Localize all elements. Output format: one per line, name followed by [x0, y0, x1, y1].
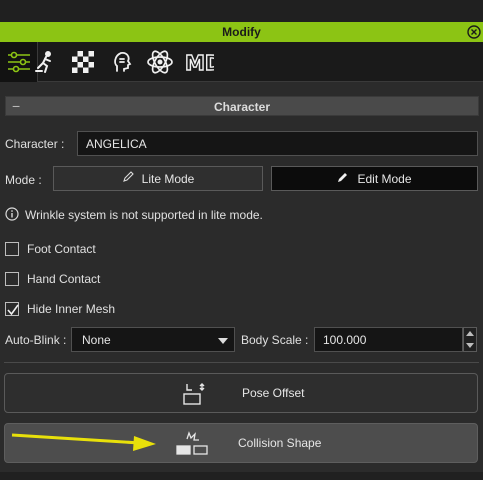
panel-title: Modify	[222, 25, 261, 39]
pose-offset-button[interactable]: Pose Offset	[4, 373, 478, 413]
close-icon[interactable]	[467, 25, 481, 39]
pose-offset-label: Pose Offset	[242, 386, 305, 400]
bottom-strip	[0, 472, 483, 480]
panel-titlebar: Modify	[0, 22, 483, 42]
body-scale-input[interactable]: 100.000	[314, 327, 463, 352]
top-strip	[0, 0, 483, 22]
lite-mode-label: Lite Mode	[141, 171, 195, 186]
lite-mode-button[interactable]: Lite Mode	[53, 166, 263, 191]
foot-contact-checkbox[interactable]	[5, 242, 19, 256]
hand-contact-label[interactable]: Hand Contact	[27, 272, 100, 286]
body-scale-label: Body Scale :	[241, 333, 309, 347]
wrinkle-info-text: Wrinkle system is not supported in lite …	[25, 208, 263, 222]
edit-mode-label: Edit Mode	[357, 171, 412, 186]
auto-blink-label: Auto-Blink :	[5, 333, 67, 347]
foot-contact-label[interactable]: Foot Contact	[27, 242, 96, 256]
spin-up-icon[interactable]	[466, 331, 474, 336]
pencil-icon	[337, 171, 349, 186]
checkmark-icon	[7, 304, 19, 316]
info-icon	[5, 207, 19, 224]
modify-toolbar: MD	[0, 42, 483, 82]
hide-inner-mesh-label[interactable]: Hide Inner Mesh	[27, 302, 115, 316]
md-icon[interactable]: MD	[180, 42, 218, 82]
motion-icon[interactable]	[26, 42, 64, 82]
hand-contact-checkbox[interactable]	[5, 272, 19, 286]
svg-text:MD: MD	[185, 51, 214, 75]
mode-label: Mode :	[5, 173, 42, 187]
atom-icon[interactable]	[141, 42, 179, 82]
head-icon[interactable]	[103, 42, 141, 82]
collision-shape-icon	[175, 431, 209, 462]
checker-icon[interactable]	[64, 42, 102, 82]
chevron-down-icon	[218, 338, 228, 344]
auto-blink-select[interactable]: None	[71, 327, 235, 352]
edit-mode-button[interactable]: Edit Mode	[271, 166, 478, 191]
collision-shape-button[interactable]: Collision Shape	[4, 423, 478, 463]
character-label: Character :	[5, 137, 65, 151]
collision-shape-label: Collision Shape	[238, 436, 322, 450]
spin-down-icon[interactable]	[466, 343, 474, 348]
hide-inner-mesh-checkbox[interactable]	[5, 302, 19, 316]
body-scale-value: 100.000	[323, 332, 367, 347]
pencil-icon	[122, 171, 134, 186]
character-section-header[interactable]: − Character	[5, 96, 479, 116]
auto-blink-value: None	[82, 332, 111, 347]
section-divider	[4, 362, 479, 363]
character-name-field[interactable]: ANGELICA	[77, 131, 478, 156]
character-name-value: ANGELICA	[86, 136, 147, 151]
pose-offset-icon	[181, 381, 207, 410]
body-scale-spinner[interactable]	[463, 327, 477, 352]
section-title: Character	[213, 100, 271, 114]
